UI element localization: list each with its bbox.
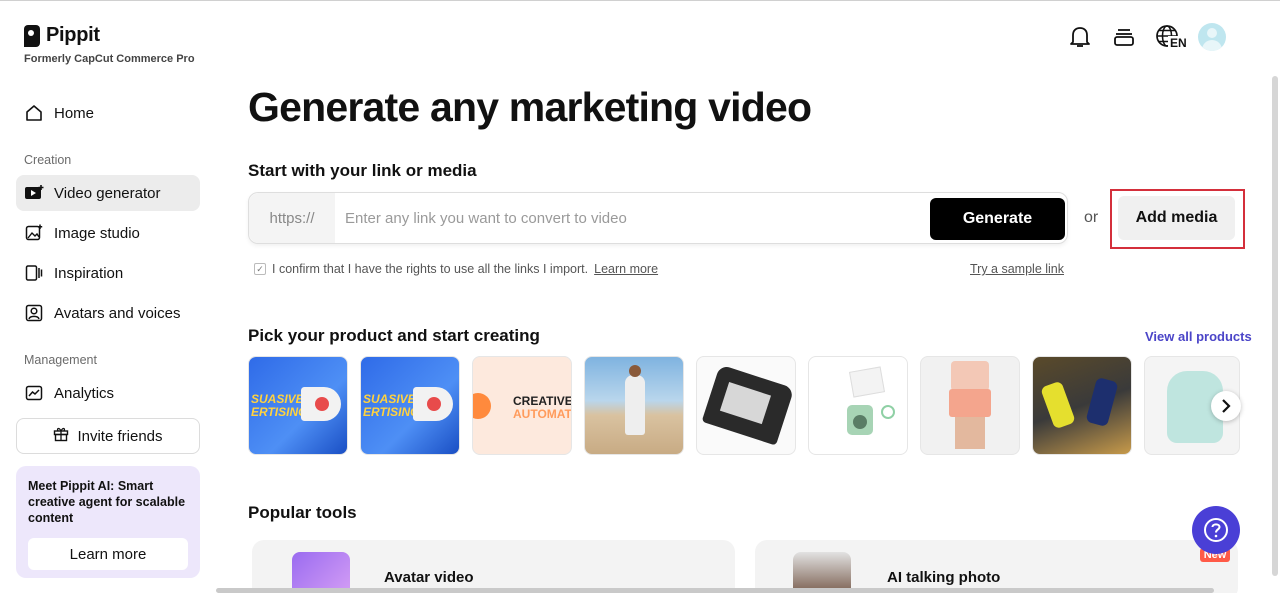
tool-label: AI talking photo — [887, 569, 1001, 586]
product-image — [625, 365, 645, 435]
product-tile[interactable]: CREATIVE AUTOMAT — [472, 356, 572, 455]
product-tile[interactable] — [1032, 356, 1132, 455]
tool-thumbnail — [292, 552, 350, 593]
play-icon — [473, 393, 491, 419]
product-image — [1040, 380, 1076, 430]
tool-thumbnail — [793, 552, 851, 593]
tile-text-line: AUTOMAT — [513, 407, 572, 421]
tile-text: CREATIVE AUTOMAT — [513, 395, 572, 421]
nav-home[interactable]: Home — [16, 95, 200, 131]
link-input-bar: https:// Generate — [248, 192, 1068, 244]
nav-video-generator-label: Video generator — [54, 184, 161, 202]
invite-friends-label: Invite friends — [77, 427, 163, 445]
chevron-right-icon — [1222, 399, 1231, 413]
nav-avatars-voices-label: Avatars and voices — [54, 304, 181, 322]
product-tile[interactable] — [808, 356, 908, 455]
nav-avatars-voices[interactable]: Avatars and voices — [16, 295, 200, 331]
url-prefix: https:// — [249, 193, 335, 243]
try-sample-link[interactable]: Try a sample link — [970, 262, 1064, 276]
add-media-button[interactable]: Add media — [1118, 196, 1235, 240]
megaphone-icon — [301, 387, 341, 421]
invite-friends-button[interactable]: Invite friends — [16, 418, 200, 454]
section-creation: Creation — [24, 153, 72, 167]
promo-text: Meet Pippit AI: Smart creative agent for… — [28, 479, 186, 525]
sidebar: Pippit Formerly CapCut Commerce Pro Home… — [0, 0, 216, 593]
generate-button[interactable]: Generate — [930, 198, 1065, 240]
product-tile[interactable]: SUASIVE ERTISING — [248, 356, 348, 455]
section-management: Management — [24, 353, 97, 367]
page-title: Generate any marketing video — [248, 84, 812, 130]
link-input[interactable] — [345, 205, 915, 231]
tile-text: SUASIVE ERTISING — [363, 392, 420, 419]
camera-icon — [847, 405, 873, 435]
nav-analytics[interactable]: Analytics — [16, 375, 200, 411]
vertical-scrollbar[interactable] — [1272, 76, 1278, 576]
brand-logo[interactable]: Pippit — [24, 24, 100, 47]
link-section-heading: Start with your link or media — [248, 161, 477, 180]
help-button[interactable] — [1192, 506, 1240, 554]
product-tile[interactable] — [584, 356, 684, 455]
horizontal-scrollbar[interactable] — [216, 588, 1214, 593]
rights-checkbox[interactable]: ✓ — [254, 263, 266, 275]
gift-icon — [53, 426, 69, 446]
language-code: EN — [1170, 36, 1187, 50]
nav-analytics-label: Analytics — [54, 384, 115, 402]
nav-image-studio[interactable]: Image studio — [16, 215, 200, 251]
nav-video-generator[interactable]: Video generator — [16, 175, 200, 211]
user-avatar[interactable] — [1198, 23, 1226, 51]
rights-learn-more-link[interactable]: Learn more — [594, 262, 658, 276]
product-image — [955, 417, 985, 449]
globe-language-icon[interactable]: EN — [1155, 24, 1189, 50]
image-plus-icon — [24, 223, 44, 243]
product-image — [701, 364, 795, 446]
analytics-icon — [24, 383, 44, 403]
products-heading: Pick your product and start creating — [248, 326, 540, 345]
tile-text: SUASIVE ERTISING — [251, 392, 308, 419]
brand-subtitle: Formerly CapCut Commerce Pro — [24, 53, 195, 65]
tool-card-ai-talking-photo[interactable]: AI talking photo — [755, 540, 1238, 593]
rights-confirm-text: I confirm that I have the rights to use … — [272, 262, 589, 276]
home-icon — [24, 103, 44, 123]
view-all-products-link[interactable]: View all products — [1145, 329, 1252, 344]
product-image — [949, 389, 991, 417]
product-tile[interactable]: SUASIVE ERTISING — [360, 356, 460, 455]
nav-home-label: Home — [54, 104, 95, 122]
product-image — [848, 366, 886, 398]
nav-inspiration[interactable]: Inspiration — [16, 255, 200, 291]
product-image — [951, 361, 989, 391]
inspiration-icon — [24, 263, 44, 283]
tool-label: Avatar video — [384, 569, 474, 586]
stack-icon[interactable] — [1111, 24, 1137, 50]
product-tile[interactable] — [696, 356, 796, 455]
megaphone-icon — [413, 387, 453, 421]
product-tile[interactable] — [920, 356, 1020, 455]
help-icon — [1204, 518, 1228, 542]
or-separator: or — [1084, 209, 1099, 226]
promo-learn-more-button[interactable]: Learn more — [28, 538, 188, 570]
product-image — [881, 405, 895, 419]
rights-confirm-row: ✓ I confirm that I have the rights to us… — [254, 262, 658, 276]
popular-tools-heading: Popular tools — [248, 503, 357, 522]
avatar-icon — [24, 303, 44, 323]
bell-icon[interactable] — [1067, 24, 1093, 50]
nav-inspiration-label: Inspiration — [54, 264, 124, 282]
promo-card: Meet Pippit AI: Smart creative agent for… — [16, 466, 200, 578]
product-image — [1085, 376, 1119, 428]
nav-image-studio-label: Image studio — [54, 224, 140, 242]
video-plus-icon — [24, 183, 44, 203]
pippit-logo-icon — [24, 24, 40, 47]
brand-name: Pippit — [46, 24, 100, 46]
tool-card-avatar-video[interactable]: Avatar video — [252, 540, 735, 593]
carousel-next-button[interactable] — [1211, 391, 1241, 421]
